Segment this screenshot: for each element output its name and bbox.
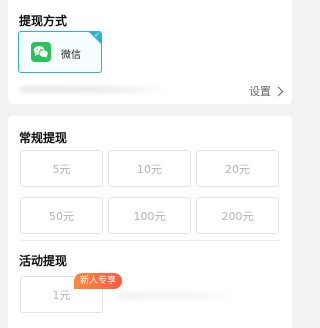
wechat-option[interactable]: 微信 ✓	[18, 31, 102, 73]
blurred-account-info	[20, 86, 170, 93]
wechat-icon	[31, 42, 51, 62]
amount-option[interactable]: 200元	[196, 197, 279, 234]
wechat-label: 微信	[61, 50, 81, 61]
withdraw-method-card: 提现方式 微信 ✓ 设置	[8, 0, 292, 104]
amount-option[interactable]: 5元	[20, 150, 103, 187]
new-user-badge: 新人专享	[74, 273, 123, 289]
amount-option[interactable]: 10元	[108, 150, 191, 187]
withdraw-method-title: 提现方式	[19, 14, 68, 28]
regular-amount-grid: 5元 10元 20元 50元 100元 200元	[20, 150, 280, 236]
activity-withdraw-title: 活动提现	[19, 254, 68, 268]
amount-option[interactable]: 100元	[108, 197, 191, 234]
chevron-right-icon	[273, 86, 284, 96]
blurred-activity-info	[118, 292, 238, 299]
section-divider	[20, 240, 280, 241]
amount-option[interactable]: 20元	[196, 150, 279, 187]
withdraw-amount-card: 常规提现 5元 10元 20元 50元 100元 200元 活动提现 1元 新人…	[8, 116, 292, 328]
settings-link[interactable]: 设置	[249, 83, 284, 99]
check-icon: ✓	[94, 31, 100, 39]
amount-option[interactable]: 50元	[20, 197, 103, 234]
regular-withdraw-title: 常规提现	[19, 131, 68, 145]
settings-label: 设置	[249, 85, 271, 98]
